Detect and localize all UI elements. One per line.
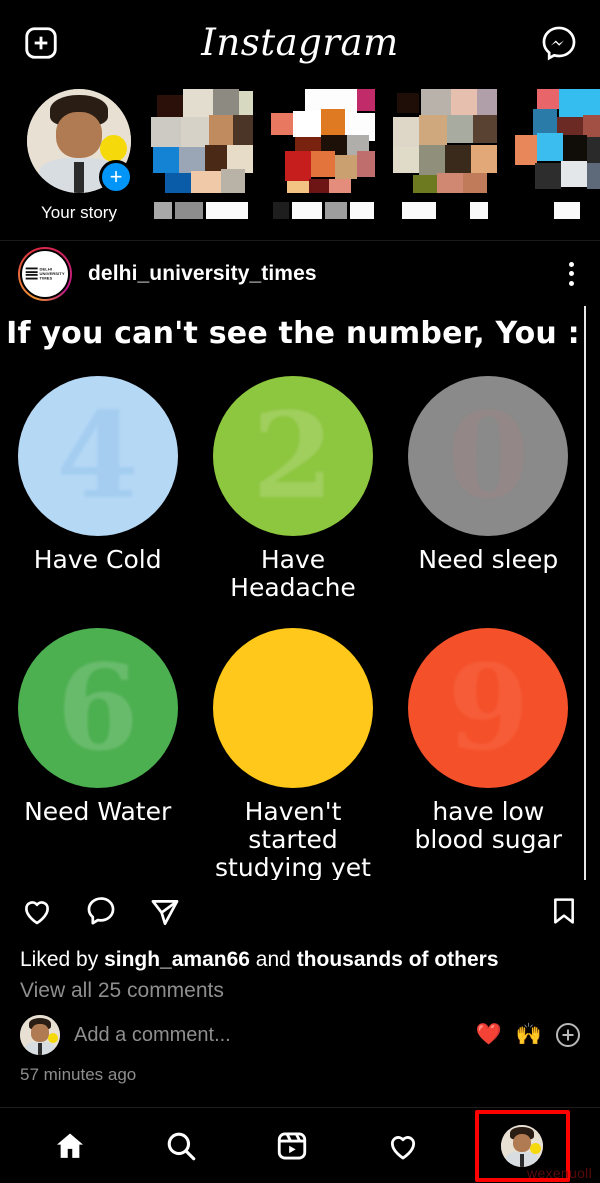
messenger-icon[interactable]	[540, 24, 578, 62]
post-more-options-button[interactable]	[561, 256, 582, 292]
meme-title: If you can't see the number, You :	[6, 316, 580, 351]
nav-reels-button[interactable]	[253, 1115, 331, 1177]
likes-middle: and	[249, 948, 297, 971]
nav-activity-button[interactable]	[364, 1115, 442, 1177]
avatar-face	[20, 1015, 60, 1056]
app-header: Instagram	[0, 0, 600, 85]
meme-cell: 4 Have Cold	[0, 376, 195, 602]
meme-cell-label: Haven't started studying yet	[215, 797, 371, 881]
meme-cell-label: have low blood sugar	[414, 797, 563, 854]
your-story-avatar[interactable]: +	[27, 89, 133, 194]
save-button[interactable]	[548, 895, 580, 927]
story-item[interactable]	[140, 89, 262, 219]
meme-circle: 2	[212, 376, 373, 536]
meme-circle: 4	[17, 376, 178, 536]
nav-search-button[interactable]	[142, 1115, 220, 1177]
meme-cell-label: Need sleep	[418, 545, 559, 574]
quick-reaction-hands-icon[interactable]: 🙌	[516, 1023, 542, 1047]
avatar-face	[501, 1124, 543, 1167]
meme-circle-number: 6	[56, 638, 139, 777]
story-item[interactable]	[506, 89, 600, 219]
meme-cell: 6 Need Water	[0, 628, 195, 880]
instagram-app: Instagram + Your story DELHI UNIVERSITY …	[0, 0, 600, 1183]
likes-prefix: Liked by	[20, 948, 105, 971]
story-item[interactable]	[384, 89, 506, 219]
comment-button[interactable]	[84, 894, 118, 928]
post-timestamp: 57 minutes ago	[20, 1065, 137, 1085]
meme-cell-label: Have Cold	[33, 545, 162, 574]
profile-avatar-icon[interactable]	[501, 1124, 543, 1167]
meme-cell: Haven't started studying yet	[195, 628, 390, 880]
story-item[interactable]	[262, 89, 384, 219]
stories-tray[interactable]: + Your story	[0, 85, 600, 240]
story-label-your-story: Your story	[41, 203, 117, 222]
story-thumbnail-pixelated[interactable]	[271, 89, 375, 193]
meme-circle-number: 9	[447, 638, 530, 777]
meme-cell: 2 Have Headache	[195, 376, 390, 602]
nav-home-button[interactable]	[31, 1115, 109, 1177]
story-thumbnail-pixelated[interactable]	[515, 89, 600, 193]
post-author-avatar[interactable]: DELHI UNIVERSITY TIMES	[18, 246, 72, 301]
add-story-badge[interactable]: +	[99, 160, 133, 194]
meme-circle-grid: 4 Have Cold 2 Have Headache 0 Need sleep…	[0, 376, 586, 880]
meme-circle-number: 4	[56, 386, 139, 525]
story-your-story[interactable]: + Your story	[18, 89, 140, 223]
meme-circle-number: 0	[447, 386, 530, 525]
meme-cell: 9 have low blood sugar	[391, 628, 586, 880]
view-all-comments-link[interactable]: View all 25 comments	[0, 974, 600, 1003]
meme-cell: 0 Need sleep	[391, 376, 586, 602]
meme-cell-label: Have Headache	[230, 545, 356, 602]
meme-circle: 0	[408, 376, 569, 536]
watermark-text: wexenuoll	[527, 1165, 592, 1181]
post-header: DELHI UNIVERSITY TIMES delhi_university_…	[0, 240, 600, 306]
post-author-username[interactable]: delhi_university_times	[88, 262, 545, 286]
story-username-censored	[402, 202, 488, 219]
delhi-university-times-logo: DELHI UNIVERSITY TIMES	[25, 267, 65, 281]
add-comment-row[interactable]: Add a comment... ❤️ 🙌	[0, 1003, 600, 1056]
meme-circle	[212, 628, 373, 788]
story-username-censored	[272, 202, 374, 219]
like-button[interactable]	[20, 894, 54, 928]
comment-input[interactable]: Add a comment...	[74, 1024, 462, 1047]
logo-line-3: TIMES	[39, 275, 53, 281]
story-thumbnail-pixelated[interactable]	[393, 89, 497, 193]
story-username-censored	[154, 202, 248, 219]
meme-cell-label: Need Water	[24, 797, 172, 826]
current-user-avatar	[20, 1015, 60, 1056]
story-thumbnail-pixelated[interactable]	[149, 89, 253, 193]
meme-circle-number: 2	[251, 386, 335, 525]
likes-username[interactable]: singh_aman66	[104, 948, 250, 971]
post-image[interactable]: If you can't see the number, You : 4 Hav…	[0, 306, 600, 880]
quick-reaction-heart-icon[interactable]: ❤️	[476, 1023, 502, 1047]
story-username-censored	[554, 202, 580, 219]
likes-others[interactable]: thousands of others	[297, 948, 499, 971]
share-button[interactable]	[148, 894, 182, 928]
post-action-bar	[0, 880, 600, 942]
meme-circle: 6	[17, 628, 178, 788]
create-post-button[interactable]	[22, 24, 60, 62]
meme-circle: 9	[408, 628, 569, 788]
add-sticker-icon[interactable]	[556, 1023, 580, 1048]
bottom-navigation-bar: wexenuoll	[0, 1107, 600, 1183]
likes-summary: Liked by singh_aman66 and thousands of o…	[0, 942, 600, 974]
instagram-wordmark: Instagram	[201, 21, 399, 64]
